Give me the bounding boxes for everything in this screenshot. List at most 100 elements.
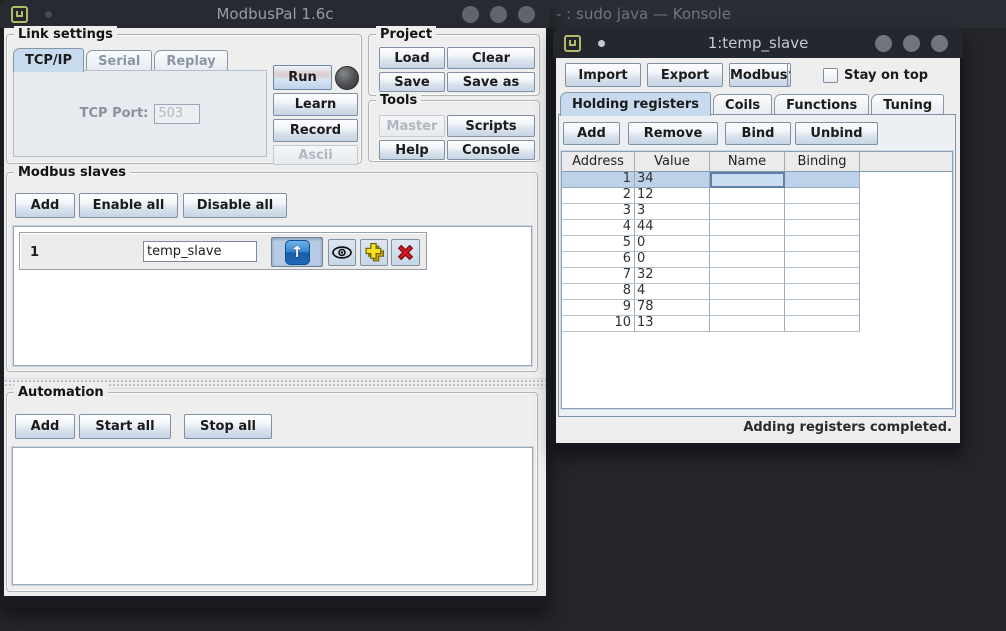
register-cell[interactable]: 4 (635, 284, 710, 300)
tab-functions[interactable]: Functions (774, 94, 869, 115)
register-cell[interactable]: 13 (635, 316, 710, 332)
register-cell[interactable]: 34 (635, 172, 710, 188)
bind-button[interactable]: Bind (725, 122, 791, 145)
enable-all-button[interactable]: Enable all (79, 193, 178, 218)
tab-tcpip[interactable]: TCP/IP (13, 48, 84, 72)
register-cell[interactable] (710, 188, 785, 204)
register-cell[interactable] (785, 188, 860, 204)
register-row[interactable]: 444 (562, 220, 952, 236)
register-cell[interactable]: 4 (562, 220, 635, 236)
register-cell[interactable]: 8 (562, 284, 635, 300)
stay-on-top-checkbox[interactable] (823, 68, 838, 83)
link-type-combobox[interactable]: Modbus ▼ (729, 63, 791, 87)
register-row[interactable]: 978 (562, 300, 952, 316)
add-register-button[interactable]: Add (563, 122, 620, 145)
tab-tuning[interactable]: Tuning (871, 94, 944, 115)
register-row[interactable]: 1013 (562, 316, 952, 332)
save-as-button[interactable]: Save as (447, 72, 535, 92)
slave-row[interactable]: 1 ↑ (19, 232, 427, 270)
register-cell[interactable] (785, 300, 860, 316)
column-header[interactable]: Address (562, 152, 635, 171)
register-row[interactable]: 732 (562, 268, 952, 284)
start-all-button[interactable]: Start all (79, 414, 171, 439)
register-cell[interactable]: 0 (635, 236, 710, 252)
window-close-icon[interactable] (931, 35, 948, 52)
column-header[interactable]: Name (710, 152, 785, 171)
register-cell[interactable]: 78 (635, 300, 710, 316)
register-cell[interactable]: 10 (562, 316, 635, 332)
register-row[interactable]: 60 (562, 252, 952, 268)
register-cell[interactable]: 0 (635, 252, 710, 268)
register-row[interactable]: 134 (562, 172, 952, 188)
register-cell[interactable]: 3 (635, 204, 710, 220)
register-row[interactable]: 33 (562, 204, 952, 220)
tab-replay[interactable]: Replay (154, 50, 227, 71)
add-slave-button[interactable]: Add (15, 193, 75, 218)
window-minimize-icon[interactable] (875, 35, 892, 52)
register-cell[interactable]: 7 (562, 268, 635, 284)
tab-serial[interactable]: Serial (86, 50, 152, 71)
remove-slave-button[interactable] (391, 239, 420, 266)
stop-all-button[interactable]: Stop all (184, 414, 272, 439)
remove-register-button[interactable]: Remove (628, 122, 718, 145)
temp-slave-titlebar[interactable]: 1:temp_slave (553, 28, 963, 58)
register-cell[interactable]: 1 (562, 172, 635, 188)
register-cell[interactable]: 2 (562, 188, 635, 204)
registers-scrollpane[interactable]: Address Value Name Binding 1342123344450… (561, 151, 953, 409)
save-button[interactable]: Save (379, 72, 445, 92)
run-button[interactable]: Run (273, 65, 332, 90)
register-row[interactable]: 84 (562, 284, 952, 300)
window-minimize-icon[interactable] (462, 6, 479, 23)
unbind-button[interactable]: Unbind (795, 122, 878, 145)
tcp-port-input[interactable] (154, 104, 200, 124)
window-close-icon[interactable] (518, 6, 535, 23)
slave-enable-toggle[interactable]: ↑ (271, 237, 323, 267)
column-header[interactable]: Value (635, 152, 710, 171)
window-maximize-icon[interactable] (490, 6, 507, 23)
register-cell[interactable]: 12 (635, 188, 710, 204)
column-header[interactable]: Binding (785, 152, 860, 171)
tab-coils[interactable]: Coils (713, 94, 772, 115)
show-slave-button[interactable] (328, 239, 356, 266)
register-cell[interactable] (710, 204, 785, 220)
register-cell[interactable] (785, 220, 860, 236)
register-row[interactable]: 50 (562, 236, 952, 252)
register-cell[interactable] (785, 284, 860, 300)
duplicate-slave-button[interactable] (360, 239, 388, 266)
register-cell[interactable] (710, 220, 785, 236)
learn-button[interactable]: Learn (273, 93, 358, 116)
export-button[interactable]: Export (647, 63, 723, 87)
help-button[interactable]: Help (379, 140, 445, 160)
register-cell[interactable]: 9 (562, 300, 635, 316)
register-cell[interactable]: 3 (562, 204, 635, 220)
register-cell[interactable] (710, 236, 785, 252)
console-button[interactable]: Console (447, 140, 535, 160)
register-cell[interactable] (785, 204, 860, 220)
register-cell[interactable] (785, 172, 860, 188)
register-cell[interactable]: 44 (635, 220, 710, 236)
register-cell[interactable] (710, 268, 785, 284)
register-cell[interactable]: 6 (562, 252, 635, 268)
window-maximize-icon[interactable] (903, 35, 920, 52)
load-button[interactable]: Load (379, 47, 445, 69)
register-cell[interactable] (710, 316, 785, 332)
modbuspal-titlebar[interactable]: ModbusPal 1.6c (0, 0, 550, 28)
register-cell[interactable] (785, 252, 860, 268)
register-cell[interactable] (710, 284, 785, 300)
add-automation-button[interactable]: Add (15, 414, 75, 439)
disable-all-button[interactable]: Disable all (183, 193, 287, 218)
register-row[interactable]: 212 (562, 188, 952, 204)
record-button[interactable]: Record (273, 119, 358, 142)
register-cell[interactable] (785, 268, 860, 284)
register-cell[interactable] (785, 316, 860, 332)
scripts-button[interactable]: Scripts (447, 115, 535, 137)
slave-name-input[interactable] (143, 241, 257, 262)
register-cell[interactable]: 5 (562, 236, 635, 252)
clear-button[interactable]: Clear (447, 47, 535, 69)
register-cell[interactable] (785, 236, 860, 252)
register-cell[interactable]: 32 (635, 268, 710, 284)
register-cell[interactable] (710, 300, 785, 316)
tab-holding-registers[interactable]: Holding registers (560, 92, 711, 116)
register-cell[interactable] (710, 172, 785, 188)
konsole-titlebar[interactable]: - : sudo java — Konsole (540, 0, 1006, 28)
